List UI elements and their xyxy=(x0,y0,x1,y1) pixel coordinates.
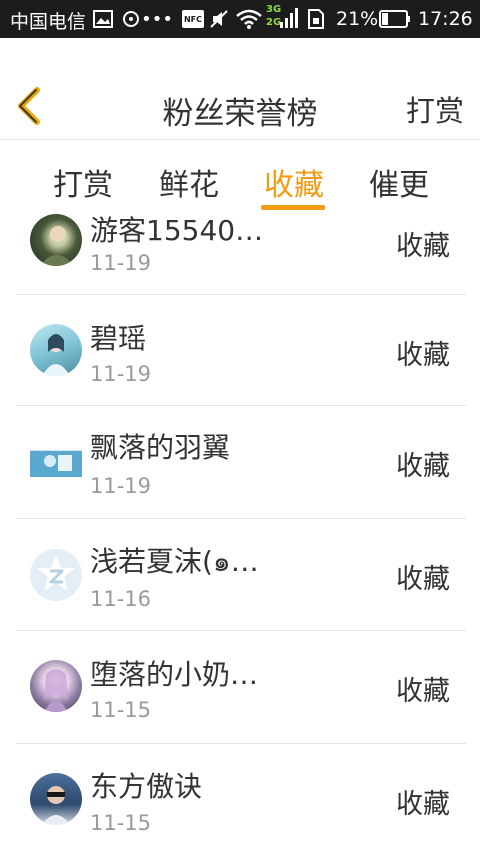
clock: 17:26 xyxy=(418,8,473,30)
tab-reward[interactable]: 打赏 xyxy=(50,160,116,210)
list-item[interactable]: 浅若夏沫(๑… 11-16 收藏 xyxy=(16,519,466,631)
fan-date: 11-19 xyxy=(90,362,152,386)
signal-icon: 3G 2G xyxy=(266,4,300,34)
tab-favorites[interactable]: 收藏 xyxy=(261,160,327,210)
more-dots-icon: ••• xyxy=(141,8,173,30)
avatar xyxy=(30,214,82,266)
fan-name: 游客15540… xyxy=(90,214,264,247)
avatar xyxy=(30,324,82,376)
sim-icon xyxy=(304,9,328,29)
list-item[interactable]: 堕落的小奶… 11-15 收藏 xyxy=(16,631,466,744)
app-header: 粉丝荣誉榜 打赏 xyxy=(0,38,480,140)
action-label: 收藏 xyxy=(396,231,450,262)
nfc-icon: NFC xyxy=(182,9,204,29)
fan-date: 11-15 xyxy=(90,811,152,835)
avatar xyxy=(30,435,82,487)
action-label: 收藏 xyxy=(396,340,450,371)
nfc-label: NFC xyxy=(183,14,203,24)
action-label: 收藏 xyxy=(396,676,450,707)
hotspot-icon xyxy=(120,9,142,29)
fan-name: 飘落的羽翼 xyxy=(90,431,231,464)
fan-date: 11-15 xyxy=(90,698,152,722)
avatar xyxy=(30,549,82,601)
tab-flowers[interactable]: 鲜花 xyxy=(156,160,222,210)
list-item[interactable]: 碧瑶 11-19 收藏 xyxy=(16,295,466,406)
fan-date: 11-19 xyxy=(90,474,152,498)
fan-name: 碧瑶 xyxy=(90,322,147,355)
action-label: 收藏 xyxy=(396,564,450,595)
net-type-top: 3G xyxy=(266,4,282,15)
tab-urge-update[interactable]: 催更 xyxy=(366,160,432,210)
battery-percent: 21% xyxy=(336,8,379,30)
battery-icon xyxy=(378,9,412,29)
fan-date: 11-19 xyxy=(90,251,152,275)
net-type-bottom: 2G xyxy=(266,17,282,28)
fan-name: 堕落的小奶… xyxy=(90,658,259,691)
list-item[interactable]: 飘落的羽翼 11-19 收藏 xyxy=(16,406,466,519)
action-label: 收藏 xyxy=(396,789,450,820)
fans-list[interactable]: 游客15540… 11-19 收藏 碧瑶 11-19 收藏 飘落的羽翼 11-1… xyxy=(16,214,466,854)
avatar xyxy=(30,773,82,825)
avatar xyxy=(30,660,82,712)
wifi-icon xyxy=(236,9,262,29)
list-item[interactable]: 东方傲诀 11-15 收藏 xyxy=(16,744,466,854)
fan-name: 东方傲诀 xyxy=(90,770,203,803)
carrier-name: 中国电信 xyxy=(10,11,87,33)
action-label: 收藏 xyxy=(396,451,450,482)
status-bar: 中国电信 ••• NFC 3G 2G 21% 17:26 xyxy=(0,0,480,38)
list-item[interactable]: 游客15540… 11-19 收藏 xyxy=(16,214,466,295)
fan-name: 浅若夏沫(๑… xyxy=(90,545,259,578)
active-tab-indicator xyxy=(261,205,325,210)
gallery-icon xyxy=(92,9,114,29)
mute-icon xyxy=(208,9,230,29)
fan-date: 11-16 xyxy=(90,587,152,611)
reward-button[interactable]: 打赏 xyxy=(406,88,464,130)
tab-bar: 打赏 鲜花 收藏 催更 xyxy=(0,140,480,214)
